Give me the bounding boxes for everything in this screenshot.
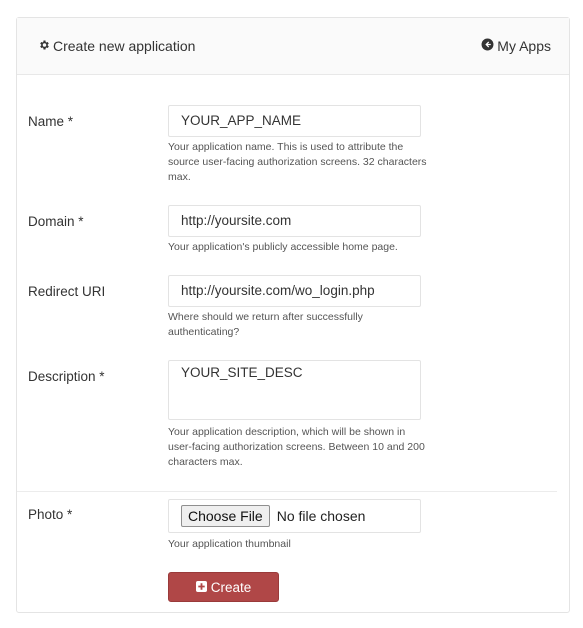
photo-label: Photo * — [28, 507, 73, 522]
my-apps-label: My Apps — [497, 38, 551, 54]
photo-help: Your application thumbnail — [168, 538, 291, 550]
description-help: Your application description, which will… — [168, 426, 425, 468]
gear-icon — [38, 38, 53, 54]
description-textarea[interactable]: YOUR_SITE_DESC — [168, 360, 421, 420]
page-title-text: Create new application — [53, 38, 196, 54]
description-label: Description * — [28, 369, 105, 384]
name-label: Name * — [28, 114, 74, 129]
domain-help: Your application's publicly accessible h… — [168, 241, 398, 253]
photo-file-input[interactable]: Choose File No file chosen — [168, 499, 421, 533]
redirect-uri-label: Redirect URI — [28, 284, 106, 299]
create-button[interactable]: Create — [168, 572, 279, 602]
panel-header: Create new application My Apps — [17, 18, 569, 75]
domain-label: Domain * — [28, 214, 84, 229]
page-title: Create new application — [38, 38, 195, 54]
my-apps-link[interactable]: My Apps — [481, 38, 551, 54]
create-app-panel: Create new application My Apps Name * YO… — [16, 17, 570, 613]
redirect-uri-help: Where should we return after successfull… — [168, 311, 363, 338]
arrow-circle-left-icon — [481, 38, 497, 54]
name-input[interactable]: YOUR_APP_NAME — [168, 105, 421, 137]
file-status: No file chosen — [276, 508, 366, 524]
choose-file-button[interactable]: Choose File — [181, 505, 270, 527]
create-label: Create — [210, 579, 252, 595]
redirect-uri-input[interactable]: http://yoursite.com/wo_login.php — [168, 275, 421, 307]
divider — [17, 491, 557, 492]
name-help: Your application name. This is used to a… — [168, 141, 427, 183]
domain-input[interactable]: http://yoursite.com — [168, 205, 421, 237]
plus-square-icon — [195, 580, 211, 595]
